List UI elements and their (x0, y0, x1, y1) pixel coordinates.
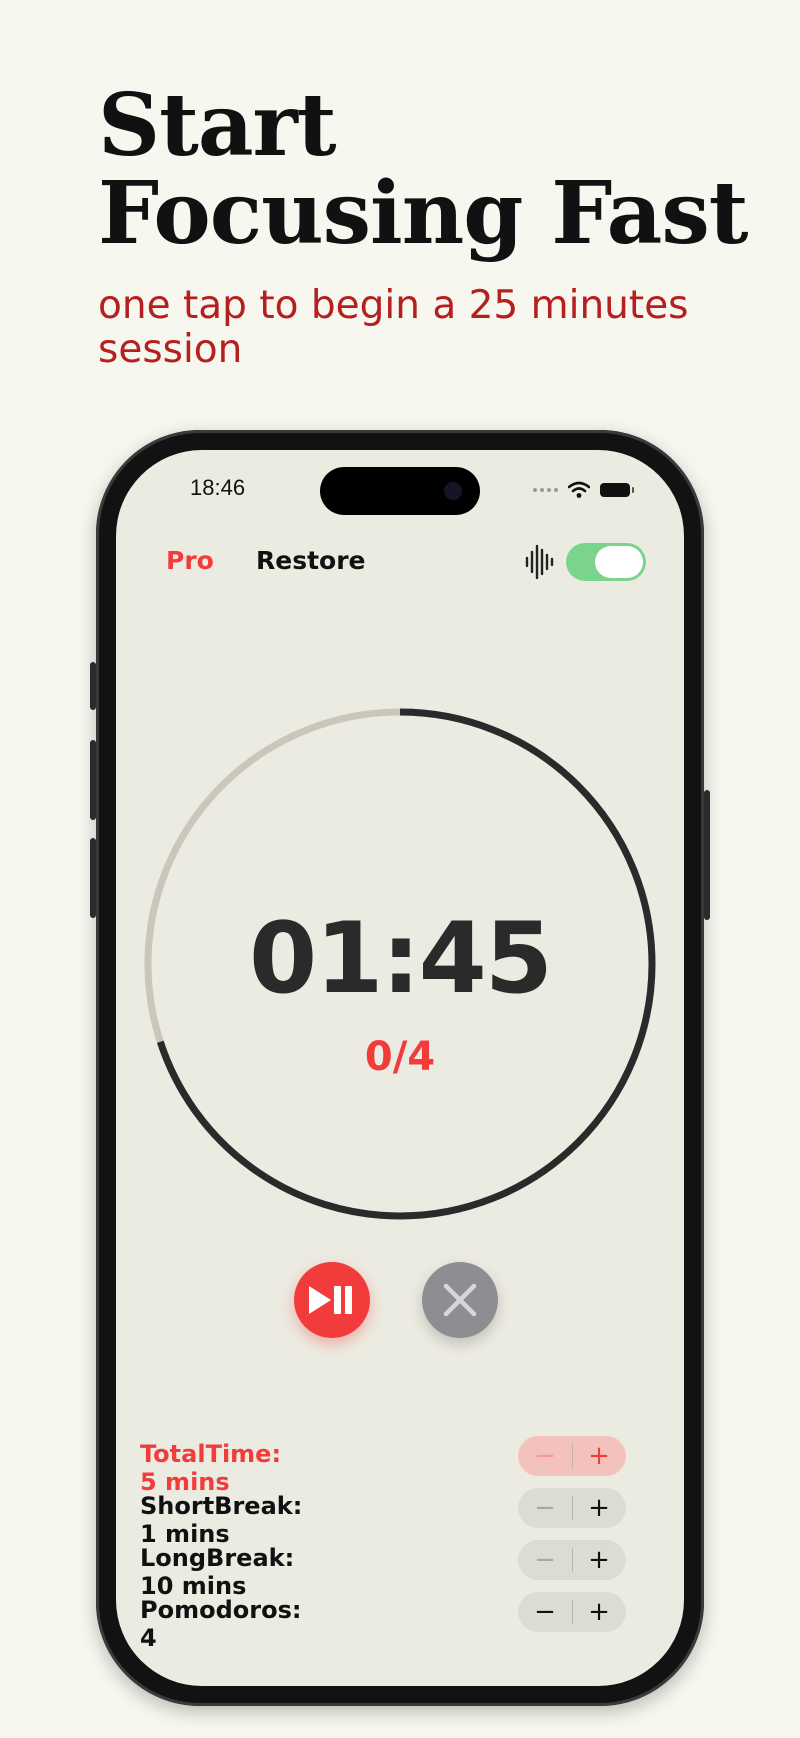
status-icons (533, 480, 634, 500)
close-icon (443, 1283, 477, 1317)
pomodoros-decrease-button[interactable]: − (518, 1592, 572, 1632)
short-break-label: ShortBreak: 1 mins (140, 1492, 303, 1548)
dynamic-island (320, 467, 480, 515)
sound-toggle[interactable] (566, 543, 646, 581)
session-counter: 0/4 (364, 1034, 436, 1080)
restore-button[interactable]: Restore (256, 546, 366, 575)
status-time: 18:46 (190, 475, 246, 500)
volume-down-button (90, 838, 96, 918)
app-screen: 18:46 Pro Restore 01:45 0/4 TotalTime: 5… (116, 450, 684, 1686)
stop-button[interactable] (422, 1262, 498, 1338)
battery-icon (600, 483, 634, 497)
total-time-label: TotalTime: 5 mins (140, 1440, 282, 1496)
pomodoros-increase-button[interactable]: + (572, 1592, 626, 1632)
total-time-increase-button[interactable]: + (572, 1436, 626, 1476)
total-time-decrease-button[interactable]: − (518, 1436, 572, 1476)
long-break-increase-button[interactable]: + (572, 1540, 626, 1580)
camera-icon (444, 482, 462, 500)
play-pause-button[interactable] (294, 1262, 370, 1338)
phone-frame: 18:46 Pro Restore 01:45 0/4 TotalTime: 5… (90, 430, 710, 1706)
headline-line-1: Start (98, 75, 337, 176)
headline-line-2: Focusing Fast (98, 163, 749, 264)
long-break-stepper[interactable]: − + (518, 1540, 626, 1580)
sound-wave-icon[interactable] (524, 544, 554, 580)
play-pause-icon (309, 1286, 352, 1314)
pomodoros-label: Pomodoros: 4 (140, 1596, 302, 1652)
toggle-knob (595, 546, 643, 578)
pro-button[interactable]: Pro (166, 546, 214, 575)
long-break-label: LongBreak: 10 mins (140, 1544, 295, 1600)
total-time-stepper[interactable]: − + (518, 1436, 626, 1476)
headline: Start Focusing Fast (98, 82, 749, 258)
power-button (704, 790, 710, 920)
pomodoros-stepper[interactable]: − + (518, 1592, 626, 1632)
cellular-icon (533, 488, 558, 492)
timer-display: 01:45 (249, 902, 553, 1016)
subheadline: one tap to begin a 25 minutes session (98, 283, 689, 372)
wifi-icon (568, 481, 590, 498)
short-break-stepper[interactable]: − + (518, 1488, 626, 1528)
long-break-decrease-button[interactable]: − (518, 1540, 572, 1580)
short-break-decrease-button[interactable]: − (518, 1488, 572, 1528)
silent-switch (90, 662, 96, 710)
volume-up-button (90, 740, 96, 820)
short-break-increase-button[interactable]: + (572, 1488, 626, 1528)
